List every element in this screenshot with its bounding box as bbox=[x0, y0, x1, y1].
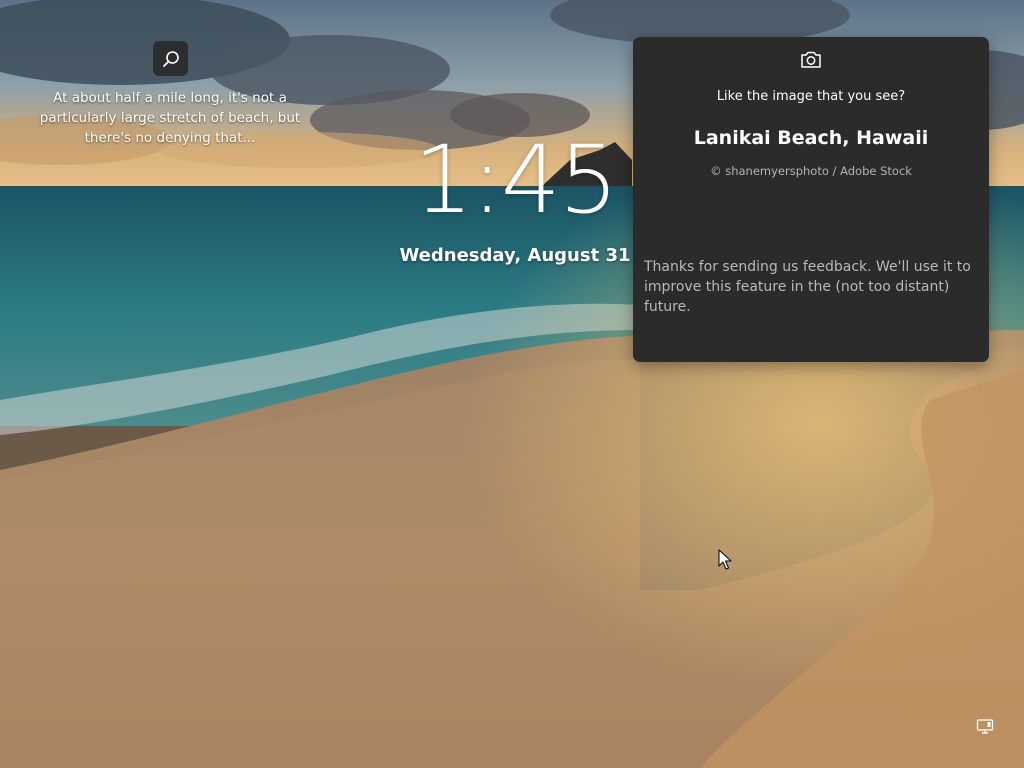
card-title: Lanikai Beach, Hawaii bbox=[693, 127, 929, 149]
mouse-cursor-icon bbox=[718, 549, 732, 570]
card-question: Like the image that you see? bbox=[716, 89, 906, 104]
image-info-card: Like the image that you see? Lanikai Bea… bbox=[633, 37, 989, 362]
camera-icon bbox=[801, 51, 821, 68]
lockscreen-date: Wednesday, August 31 bbox=[399, 245, 631, 266]
card-credit: © shanemyersphoto / Adobe Stock bbox=[710, 164, 912, 178]
image-description-text[interactable]: At about half a mile long, it's not a pa… bbox=[30, 88, 310, 148]
card-feedback-message: Thanks for sending us feedback. We'll us… bbox=[644, 259, 971, 315]
lockscreen-time: 1:45 bbox=[413, 126, 618, 235]
search-button[interactable] bbox=[153, 41, 188, 76]
network-icon[interactable] bbox=[976, 717, 994, 735]
search-icon bbox=[162, 50, 179, 67]
